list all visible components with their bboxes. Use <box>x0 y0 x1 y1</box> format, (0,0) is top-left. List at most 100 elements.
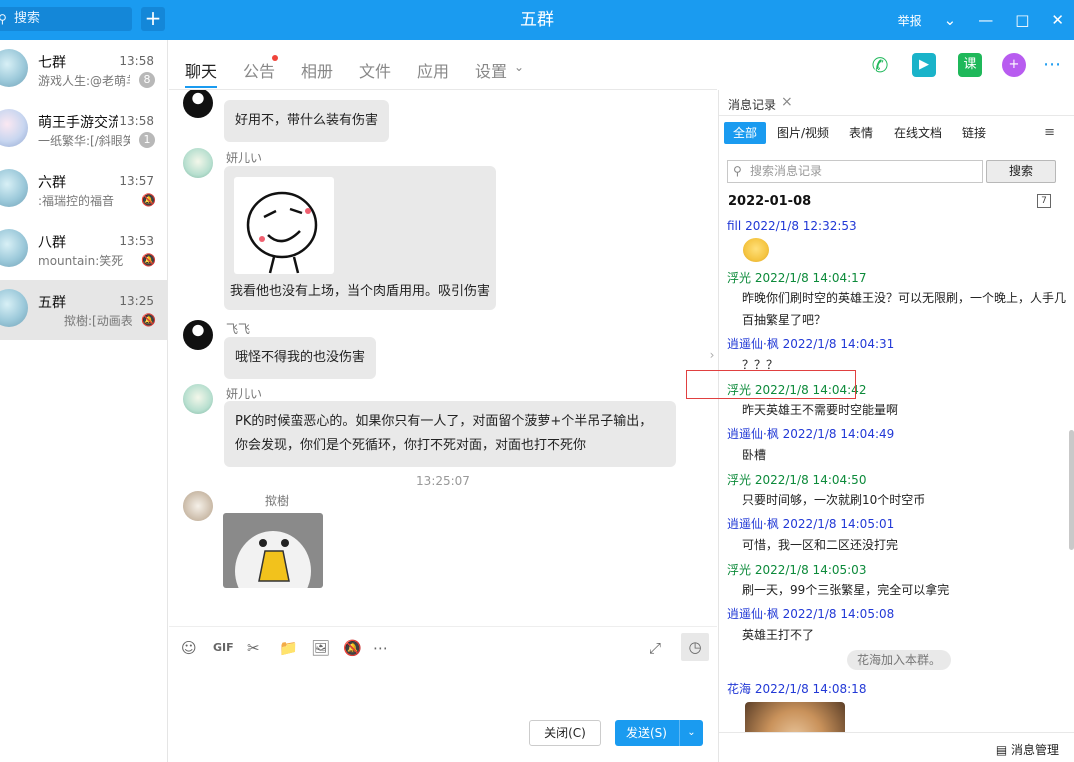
tab-apps[interactable]: 应用 <box>417 58 449 82</box>
conversation-preview: 一纸繁华:[/斜眼笑] <box>38 134 130 148</box>
tab-announcement[interactable]: 公告 <box>243 58 275 82</box>
conversation-time: 13:58 <box>119 54 154 68</box>
avatar <box>0 169 28 207</box>
input-toolbar: ☺ GIF ✂ 📁 🖼 🔕 ⋯ ⤢ ◷ <box>169 626 717 666</box>
conversation-item[interactable]: 八群 13:53 mountain:笑死 🔕 <box>0 220 168 280</box>
sticker-image[interactable] <box>234 177 334 274</box>
tab-files[interactable]: 文件 <box>359 58 391 82</box>
message-manage-button[interactable]: ▤ 消息管理 <box>996 741 1059 758</box>
new-dot-icon <box>272 55 278 61</box>
sender-name: 揿樹 <box>265 494 290 508</box>
header-actions: ✆ ▶ 课 + ⋯ <box>868 53 1061 79</box>
class-icon[interactable]: 课 <box>958 53 982 77</box>
avatar <box>183 90 213 118</box>
conversation-preview: mountain:笑死 <box>38 254 124 268</box>
folder-icon[interactable]: 📁 <box>279 639 298 657</box>
chevron-down-icon[interactable]: ⌄ <box>514 60 524 74</box>
tab-settings[interactable]: 设置 <box>475 58 507 82</box>
mute-bell-icon[interactable]: 🔕 <box>343 639 362 657</box>
calendar-icon[interactable]: 7 <box>1037 194 1051 208</box>
filter-icon[interactable]: ≡ <box>1044 125 1055 140</box>
conversation-name: 七群 <box>38 55 66 71</box>
avatar <box>183 320 213 350</box>
history-search-input[interactable]: ⚲ 搜索消息记录 <box>727 160 983 183</box>
active-tab-indicator <box>185 86 217 88</box>
chevron-down-icon[interactable]: ⌄ <box>679 720 703 746</box>
message-bubble: 好用不，带什么装有伤害 <box>224 100 390 142</box>
emoji-icon[interactable]: ☺ <box>181 639 197 657</box>
conversation-time: 13:25 <box>119 294 154 308</box>
avatar <box>0 289 28 327</box>
avatar <box>183 384 213 414</box>
avatar <box>0 109 28 147</box>
history-text: 刷一天，99个三张繁星，完全可以拿完 <box>742 583 950 597</box>
more-icon[interactable]: ⋯ <box>1040 53 1064 77</box>
conversation-name: 萌王手游交流 <box>38 115 118 131</box>
system-notice: 花海加入本群。 <box>847 650 952 670</box>
conversation-preview: :福瑞控的福音 <box>38 194 115 208</box>
conversation-time: 13:57 <box>119 174 154 188</box>
filter-docs[interactable]: 在线文档 <box>885 122 951 144</box>
gif-icon[interactable]: GIF <box>213 641 234 654</box>
history-meta: 花海 2022/1/8 14:08:18 <box>727 682 867 696</box>
conversation-list: 七群 13:58 游戏人生:@老萌羊 8 萌王手游交流 13:58 一纸繁华:[… <box>0 40 168 762</box>
sender-name: 飞飞 <box>226 322 251 336</box>
duck-icon <box>235 531 311 588</box>
sticker-image[interactable] <box>223 513 323 588</box>
image-icon[interactable]: 🖼 <box>311 639 330 657</box>
conversation-name: 五群 <box>38 295 66 311</box>
history-meta: 浮光 2022/1/8 14:05:03 <box>727 563 867 577</box>
mute-bell-icon: 🔕 <box>141 313 156 327</box>
more-icon[interactable]: ⋯ <box>373 639 388 657</box>
filter-all[interactable]: 全部 <box>724 122 767 144</box>
filter-links[interactable]: 链接 <box>953 122 995 144</box>
window-controls: 举报 ⌄ — □ ✕ <box>876 0 1064 40</box>
expand-icon[interactable]: ⤢ <box>649 639 661 657</box>
smiley-sketch-icon <box>246 191 318 274</box>
send-button[interactable]: 发送(S) ⌄ <box>615 720 703 746</box>
add-button[interactable]: + <box>141 7 165 31</box>
close-icon[interactable]: ✕ <box>1051 11 1064 29</box>
minimize-icon[interactable]: — <box>978 11 993 29</box>
scrollbar[interactable] <box>1069 430 1074 550</box>
conversation-item-active[interactable]: 五群 13:25 揿樹:[动画表情] 🔕 <box>0 280 168 340</box>
conversation-preview: 揿樹:[动画表情] <box>64 314 132 328</box>
conversation-item[interactable]: 萌王手游交流 13:58 一纸繁华:[/斜眼笑] 1 <box>0 100 168 160</box>
message-timestamp: 13:25:07 <box>416 474 470 488</box>
search-icon: ⚲ <box>733 164 742 178</box>
conversation-item[interactable]: 七群 13:58 游戏人生:@老萌羊 8 <box>0 40 168 100</box>
history-title: 消息记录 <box>728 98 777 112</box>
history-filters: 全部 图片/视频 表情 在线文档 链接 ≡ <box>719 122 1074 144</box>
mute-bell-icon: 🔕 <box>141 253 156 267</box>
message-bubble: 哦怪不得我的也没伤害 <box>224 337 377 379</box>
filter-stickers[interactable]: 表情 <box>840 122 882 144</box>
phone-icon[interactable]: ✆ <box>868 53 892 77</box>
history-search-button[interactable]: 搜索 <box>986 160 1056 183</box>
conversation-item[interactable]: 六群 13:57 :福瑞控的福音 🔕 <box>0 160 168 220</box>
sender-name: 妍儿い <box>226 151 263 165</box>
tab-chat[interactable]: 聊天 <box>185 58 217 82</box>
conversation-time: 13:58 <box>119 114 154 128</box>
history-meta: 逍遥仙·枫 2022/1/8 14:05:08 <box>727 607 895 621</box>
history-text: 卧槽 <box>742 448 767 462</box>
add-app-icon[interactable]: + <box>1002 53 1026 77</box>
conversation-preview: 游戏人生:@老萌羊 <box>38 74 130 88</box>
title-bar: ⚲ 搜索 + 五群 举报 ⌄ — □ ✕ <box>0 0 1074 40</box>
avatar <box>183 148 213 178</box>
history-clock-icon[interactable]: ◷ <box>681 633 709 661</box>
scissors-icon[interactable]: ✂ <box>247 639 260 657</box>
close-icon[interactable]: × <box>781 94 793 110</box>
report-button[interactable]: 举报 <box>898 12 922 29</box>
filter-images[interactable]: 图片/视频 <box>768 122 838 144</box>
mute-bell-icon: 🔕 <box>141 193 156 207</box>
video-call-icon[interactable]: ▶ <box>912 53 936 77</box>
message-history-panel: 消息记录 × 全部 图片/视频 表情 在线文档 链接 ≡ ⚲ 搜索消息记录 搜索… <box>718 90 1074 762</box>
history-meta: 逍遥仙·枫 2022/1/8 14:05:01 <box>727 517 895 531</box>
maximize-icon[interactable]: □ <box>1015 11 1029 29</box>
tab-album[interactable]: 相册 <box>301 58 333 82</box>
chevron-down-icon[interactable]: ⌄ <box>944 11 957 29</box>
search-input[interactable]: ⚲ 搜索 <box>0 7 132 31</box>
history-meta: 浮光 2022/1/8 14:04:17 <box>727 271 867 285</box>
history-footer: ▤ 消息管理 <box>719 732 1074 762</box>
close-button[interactable]: 关闭(C) <box>529 720 601 746</box>
